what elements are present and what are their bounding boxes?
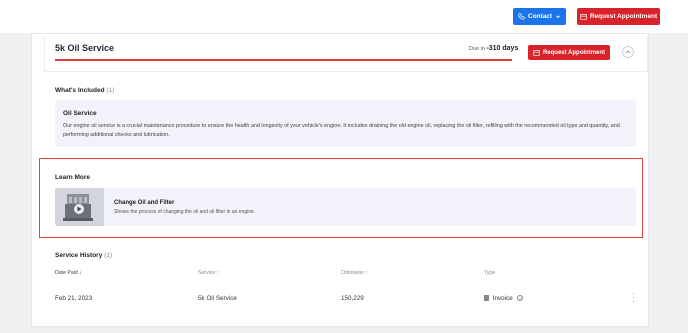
- due-progress-fill: [55, 59, 512, 61]
- chevron-down-icon: [555, 15, 561, 18]
- sort-up-icon: ↑: [216, 270, 220, 276]
- video-card[interactable]: [55, 188, 636, 226]
- phone-icon: [518, 13, 525, 20]
- video-thumbnail[interactable]: [55, 188, 104, 226]
- contact-button[interactable]: Contact: [513, 8, 566, 25]
- calendar-icon: [533, 50, 540, 56]
- row-more-icon[interactable]: · · ·: [632, 290, 635, 306]
- whats-included-heading: What's Included (1): [55, 87, 114, 94]
- video-title[interactable]: Change Oil and Filter: [114, 200, 174, 206]
- row-odometer: 150,229: [341, 295, 364, 302]
- video-description: Shows the process of changing the oil an…: [114, 209, 256, 215]
- column-header-odometer[interactable]: Odometer ↑: [341, 270, 368, 276]
- type-header-label: Type: [484, 270, 496, 276]
- learn-more-heading: Learn More: [55, 174, 91, 181]
- service-request-appointment-button[interactable]: Request Appointment: [528, 45, 610, 60]
- cancel-icon[interactable]: ⊘: [517, 295, 524, 302]
- sort-down-icon: ↓: [79, 270, 82, 276]
- included-item-title: Oil Service: [63, 110, 97, 117]
- row-service: 5k Oil Service: [198, 295, 237, 302]
- contact-label: Contact: [527, 13, 553, 20]
- whats-included-label: What's Included: [55, 87, 105, 94]
- service-history-count: (1): [104, 252, 113, 259]
- top-bar: Contact Request Appointment: [0, 0, 688, 33]
- due-value: -310 days: [486, 45, 519, 52]
- whats-included-count: (1): [106, 87, 115, 94]
- service-history-label: Service History: [55, 252, 103, 259]
- row-date: Feb 21, 2023: [55, 295, 93, 302]
- document-icon: [484, 295, 489, 302]
- column-header-service[interactable]: Service ↑: [198, 270, 219, 276]
- service-request-label: Request Appointment: [542, 49, 606, 56]
- due-prefix: Due in: [469, 46, 485, 52]
- included-item-description: Our engine oil service is a crucial main…: [63, 123, 620, 138]
- engine-thumbnail-icon: [55, 188, 104, 226]
- request-appointment-button[interactable]: Request Appointment: [577, 8, 660, 25]
- sort-up-icon: ↑: [365, 270, 369, 276]
- date-paid-header-label: Date Paid: [55, 270, 78, 276]
- request-appointment-label: Request Appointment: [589, 13, 658, 20]
- odometer-header-label: Odometer: [341, 270, 365, 276]
- row-type-label[interactable]: Invoice: [493, 295, 513, 302]
- service-history-heading: Service History (1): [55, 252, 112, 259]
- column-header-type: Type: [484, 270, 495, 276]
- row-type: Invoice ⊘: [484, 295, 524, 302]
- column-header-date-paid[interactable]: Date Paid ↓: [55, 270, 82, 276]
- calendar-icon: [580, 14, 587, 20]
- due-progress-bar: [55, 59, 512, 61]
- collapse-button[interactable]: [622, 46, 634, 58]
- due-indicator: Due in -310 days: [469, 45, 518, 52]
- service-header-label: Service: [198, 270, 216, 276]
- chevron-up-icon: [625, 50, 631, 54]
- service-title: 5k Oil Service: [55, 43, 115, 53]
